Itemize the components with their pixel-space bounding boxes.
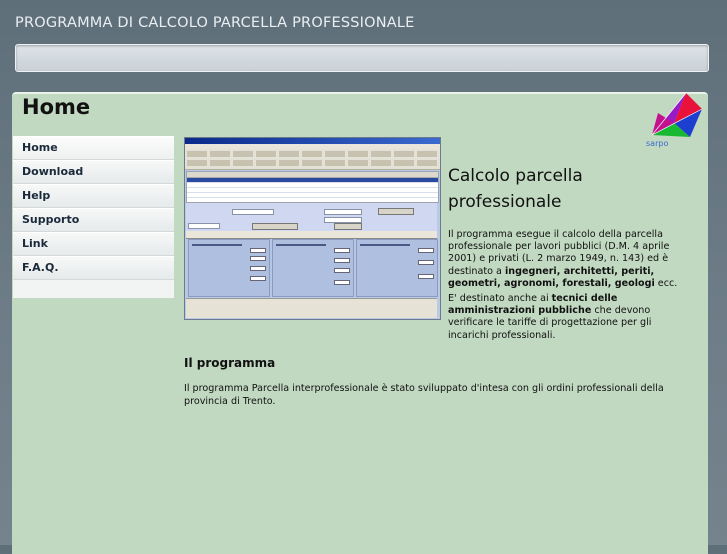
thumb-line (276, 244, 326, 246)
thumb-box (418, 274, 434, 279)
thumb-button (334, 223, 362, 230)
sidebar-spacer (13, 280, 174, 298)
page-title: Home (22, 95, 91, 119)
thumb-box (250, 248, 266, 253)
thumb-section (272, 239, 354, 297)
sidebar-item-link[interactable]: Link (13, 232, 174, 256)
sidebar-item-faq[interactable]: F.A.Q. (13, 256, 174, 280)
site-title: PROGRAMMA DI CALCOLO PARCELLA PROFESSION… (15, 15, 415, 31)
kite-logo-icon[interactable]: sarpo (644, 93, 704, 148)
sidebar-item-supporto[interactable]: Supporto (13, 208, 174, 232)
intro-paragraph: Il programma esegue il calcolo della par… (448, 229, 693, 290)
thumb-box (334, 248, 350, 253)
program-paragraph: Il programma Parcella interprofessionale… (184, 383, 664, 407)
thumb-box (250, 266, 266, 271)
thumb-field (324, 209, 362, 215)
thumb-box (418, 260, 434, 265)
thumb-field (232, 209, 274, 215)
sidebar-item-download[interactable]: Download (13, 160, 174, 184)
sidebar-nav: Home Download Help Supporto Link F.A.Q. (13, 136, 174, 298)
thumb-form (186, 203, 437, 231)
thumb-line (360, 244, 410, 246)
thumb-tabs (186, 231, 437, 239)
thumb-box (250, 256, 266, 261)
top-navigation-bar (15, 44, 709, 72)
thumb-box (418, 248, 434, 253)
thumb-box (334, 258, 350, 263)
article-title: Calcolo parcella professionale (448, 166, 583, 212)
thumb-button (378, 208, 414, 215)
thumb-box (334, 268, 350, 273)
thumb-field (188, 223, 220, 229)
thumb-box (250, 276, 266, 281)
target-text-part: E' destinato anche ai (448, 293, 552, 304)
section-heading: Il programma (184, 356, 276, 370)
thumb-statusbar (186, 298, 437, 318)
thumb-sections (186, 239, 438, 297)
thumb-section (188, 239, 270, 297)
thumb-grid-row (187, 193, 438, 198)
thumb-toolbar-row (187, 151, 438, 157)
thumb-line (192, 244, 242, 246)
target-paragraph: E' destinato anche ai tecnici delle ammi… (448, 293, 693, 342)
sidebar-item-help[interactable]: Help (13, 184, 174, 208)
thumb-toolbar (185, 149, 440, 170)
logo-text: sarpo (646, 139, 668, 148)
thumb-box (334, 280, 350, 285)
application-screenshot (184, 137, 441, 320)
sidebar-item-home[interactable]: Home (13, 136, 174, 160)
thumb-grid (186, 171, 439, 203)
thumb-toolbar-row (187, 160, 438, 166)
intro-text-end: ecc. (654, 277, 678, 289)
thumb-section (356, 239, 438, 297)
thumb-button (252, 223, 298, 230)
